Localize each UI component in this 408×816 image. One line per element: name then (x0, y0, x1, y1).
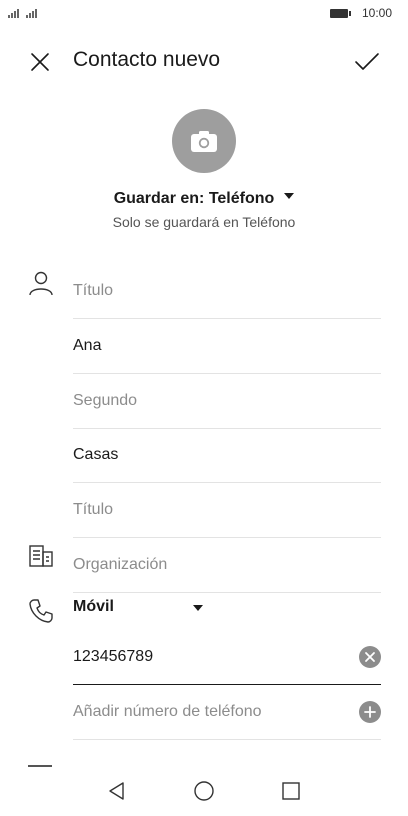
header: Contacto nuevo (0, 40, 408, 84)
organization-icon (29, 545, 53, 567)
prefix-field[interactable]: Título (73, 264, 381, 319)
add-photo-button[interactable] (172, 109, 236, 173)
check-icon[interactable] (354, 50, 380, 74)
recent-apps-icon[interactable] (280, 780, 302, 802)
suffix-field[interactable]: Título (73, 483, 381, 538)
back-icon[interactable] (106, 780, 128, 802)
page-title: Contacto nuevo (73, 48, 221, 71)
last-name-value: Casas (73, 446, 119, 463)
add-icon[interactable] (359, 701, 381, 723)
organization-placeholder: Organización (73, 556, 168, 573)
clear-icon[interactable] (359, 646, 381, 668)
signal-icon (8, 8, 19, 18)
first-name-value: Ana (73, 337, 102, 354)
close-icon[interactable] (28, 50, 52, 74)
next-field-icon (28, 765, 52, 767)
phone-number-field[interactable]: 123456789 (73, 630, 381, 685)
phone-number-value: 123456789 (73, 648, 154, 665)
middle-name-field[interactable]: Segundo (73, 374, 381, 429)
organization-field[interactable]: Organización (73, 538, 381, 593)
add-phone-placeholder: Añadir número de teléfono (73, 703, 262, 720)
status-time: 10:00 (361, 6, 392, 20)
phone-icon (29, 599, 53, 623)
home-icon[interactable] (193, 780, 215, 802)
storage-subtitle: Solo se guardará en Teléfono (112, 214, 296, 230)
phone-type-select[interactable]: Móvil (73, 598, 233, 628)
middle-name-placeholder: Segundo (73, 392, 138, 409)
person-icon (29, 271, 53, 296)
add-phone-field[interactable]: Añadir número de teléfono (73, 685, 381, 740)
storage-selector[interactable]: Guardar en: Teléfono (0, 190, 408, 208)
camera-icon (191, 131, 217, 152)
phone-type-label: Móvil (73, 598, 114, 615)
battery-icon (330, 9, 351, 18)
storage-label: Guardar en: Teléfono (113, 190, 275, 207)
status-bar: 10:00 (0, 0, 408, 28)
signal-icon-2 (26, 8, 37, 18)
chevron-down-icon (193, 605, 203, 611)
first-name-field[interactable]: Ana (73, 319, 381, 374)
navigation-bar (0, 770, 408, 816)
suffix-placeholder: Título (73, 501, 114, 518)
prefix-placeholder: Título (73, 282, 114, 299)
chevron-down-icon (284, 192, 295, 199)
last-name-field[interactable]: Casas (73, 428, 381, 483)
